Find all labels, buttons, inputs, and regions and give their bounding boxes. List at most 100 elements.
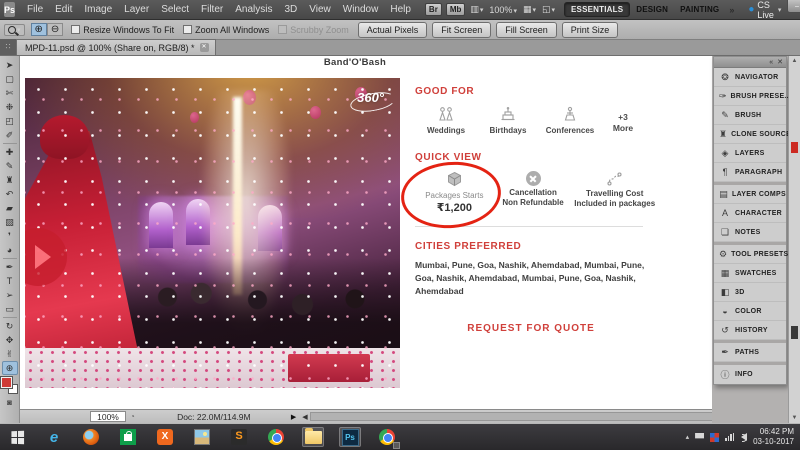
clone-stamp-tool[interactable]: ♜	[2, 173, 18, 187]
tab-close-icon[interactable]: ✕	[200, 43, 209, 52]
start-button[interactable]	[6, 427, 28, 447]
menu-layer[interactable]: Layer	[118, 0, 155, 19]
quick-mask-button[interactable]: ◙	[7, 398, 12, 407]
hand-tool[interactable]: ✌	[2, 347, 18, 361]
menu-3d[interactable]: 3D	[278, 0, 303, 19]
collapsed-panel-dark-tab[interactable]	[791, 326, 798, 339]
screen-mode-dropdown[interactable]: ◱▾	[539, 4, 558, 15]
vertical-scrollbar[interactable]: ▲ ▼	[788, 56, 800, 423]
shape-tool[interactable]: ▭	[2, 302, 18, 316]
scroll-up-arrow[interactable]: ▲	[789, 58, 800, 64]
graphics-utility-icon[interactable]	[710, 433, 719, 442]
chrome-profile-button[interactable]	[376, 427, 398, 447]
panel-layers[interactable]: ◈LAYERS	[714, 144, 786, 163]
menu-help[interactable]: Help	[384, 0, 417, 19]
zoom-level-dropdown[interactable]: 100%▾	[486, 5, 520, 15]
pan-3d-tool[interactable]: ✥	[2, 333, 18, 347]
status-zoom-field[interactable]: 100%	[90, 411, 126, 422]
chrome-button[interactable]	[265, 427, 287, 447]
panel-3d[interactable]: ◧3D	[714, 283, 786, 302]
menu-file[interactable]: File	[21, 0, 49, 19]
dodge-tool[interactable]: ◕	[2, 243, 18, 257]
panel-tool-presets[interactable]: ⚙TOOL PRESETS	[714, 245, 786, 264]
panel-notes[interactable]: ❏NOTES	[714, 223, 786, 242]
blur-tool[interactable]: ❜	[2, 229, 18, 243]
lasso-tool[interactable]: ✄	[2, 86, 18, 100]
panel-paragraph[interactable]: ¶PARAGRAPH	[714, 163, 786, 182]
zoom-all-windows-checkbox[interactable]: Zoom All Windows	[183, 25, 269, 35]
zoom-tool[interactable]: ⊕	[2, 361, 18, 375]
history-brush-tool[interactable]: ↶	[2, 187, 18, 201]
xampp-button[interactable]: X	[154, 427, 176, 447]
photoshop-taskbar-button[interactable]: Ps	[339, 427, 361, 447]
volume-icon[interactable]	[741, 433, 747, 441]
actual-pixels-button[interactable]: Actual Pixels	[358, 22, 428, 38]
menu-filter[interactable]: Filter	[195, 0, 229, 19]
firefox-button[interactable]	[80, 427, 102, 447]
panel-clone-source[interactable]: ♜CLONE SOURCE	[714, 125, 786, 144]
resize-windows-checkbox[interactable]: Resize Windows To Fit	[71, 25, 174, 35]
mini-bridge-button[interactable]: Mb	[446, 3, 466, 16]
request-quote-button[interactable]: REQUEST FOR QUOTE	[415, 323, 647, 334]
good-for-more-button[interactable]: +3 More	[601, 106, 645, 135]
panel-history[interactable]: ↺HISTORY	[714, 321, 786, 340]
foreground-color-swatch[interactable]	[1, 377, 12, 388]
gradient-tool[interactable]: ▨	[2, 215, 18, 229]
collapsed-panel-red-tab[interactable]	[791, 142, 798, 153]
sublime-text-button[interactable]: S	[228, 427, 250, 447]
menu-analysis[interactable]: Analysis	[229, 0, 278, 19]
zoom-out-button[interactable]: ⊖	[47, 23, 63, 36]
panel-character[interactable]: ACHARACTER	[714, 204, 786, 223]
document-tab[interactable]: MPD-11.psd @ 100% (Share on, RGB/8) * ✕	[16, 39, 216, 55]
panel-swatches[interactable]: ▦SWATCHES	[714, 264, 786, 283]
rotate-3d-tool[interactable]: ↻	[2, 319, 18, 333]
menu-window[interactable]: Window	[337, 0, 385, 19]
scroll-down-arrow[interactable]: ▼	[789, 415, 800, 421]
workspace-design[interactable]: DESIGN	[630, 3, 674, 16]
status-flyout-arrow[interactable]: ▶	[291, 413, 296, 421]
horizontal-scrollbar[interactable]	[310, 412, 712, 421]
panel-paths[interactable]: ✒PATHS	[714, 343, 786, 362]
quick-selection-tool[interactable]: ❉	[2, 100, 18, 114]
canvas[interactable]: Band'O'Bash	[20, 56, 712, 409]
healing-brush-tool[interactable]: ✚	[2, 145, 18, 159]
guides-dropdown-icon[interactable]: ▥▾	[467, 4, 486, 15]
crop-tool[interactable]: ◰	[2, 114, 18, 128]
move-tool[interactable]: ➤	[2, 58, 18, 72]
fill-screen-button[interactable]: Fill Screen	[496, 22, 557, 38]
panel-brush-presets[interactable]: ✑BRUSH PRESE...	[714, 87, 786, 106]
action-center-icon[interactable]	[695, 433, 704, 442]
zoom-in-button[interactable]: ⊕	[31, 23, 47, 36]
eraser-tool[interactable]: ▰	[2, 201, 18, 215]
path-selection-tool[interactable]: ➢	[2, 288, 18, 302]
network-icon[interactable]	[725, 433, 735, 441]
panel-navigator[interactable]: ❂NAVIGATOR	[714, 68, 786, 87]
fit-screen-button[interactable]: Fit Screen	[432, 22, 491, 38]
menu-image[interactable]: Image	[78, 0, 118, 19]
brush-tool[interactable]: ✎	[2, 159, 18, 173]
windows-store-button[interactable]	[117, 427, 139, 447]
workspace-overflow-button[interactable]: »	[725, 5, 738, 15]
panel-info[interactable]: ⓘINFO	[714, 365, 786, 384]
current-tool-preset[interactable]: ▾	[4, 24, 25, 36]
bridge-button[interactable]: Br	[425, 3, 442, 16]
menu-edit[interactable]: Edit	[49, 0, 78, 19]
photos-button[interactable]	[191, 427, 213, 447]
menu-select[interactable]: Select	[155, 0, 195, 19]
scroll-left-arrow[interactable]: ◀	[302, 413, 307, 421]
type-tool[interactable]: T	[2, 274, 18, 288]
panel-grip[interactable]: ∷	[0, 39, 16, 55]
cs-live-dropdown[interactable]: ● CS Live ▾	[744, 0, 785, 20]
collapse-dock-icon[interactable]: «	[769, 59, 773, 66]
taskbar-clock[interactable]: 06:42 PM 03-10-2017	[753, 427, 794, 447]
panel-color[interactable]: ◒COLOR	[714, 302, 786, 321]
minimize-button[interactable]: –	[787, 0, 800, 13]
pen-tool[interactable]: ✒	[2, 260, 18, 274]
eyedropper-tool[interactable]: ✐	[2, 128, 18, 142]
panel-brush[interactable]: ✎BRUSH	[714, 106, 786, 125]
close-dock-icon[interactable]: ✕	[777, 58, 783, 66]
menu-view[interactable]: View	[303, 0, 337, 19]
marquee-tool[interactable]: ▢	[2, 72, 18, 86]
badge-360-icon[interactable]: 360°	[357, 90, 384, 105]
workspace-painting[interactable]: PAINTING	[674, 3, 725, 16]
